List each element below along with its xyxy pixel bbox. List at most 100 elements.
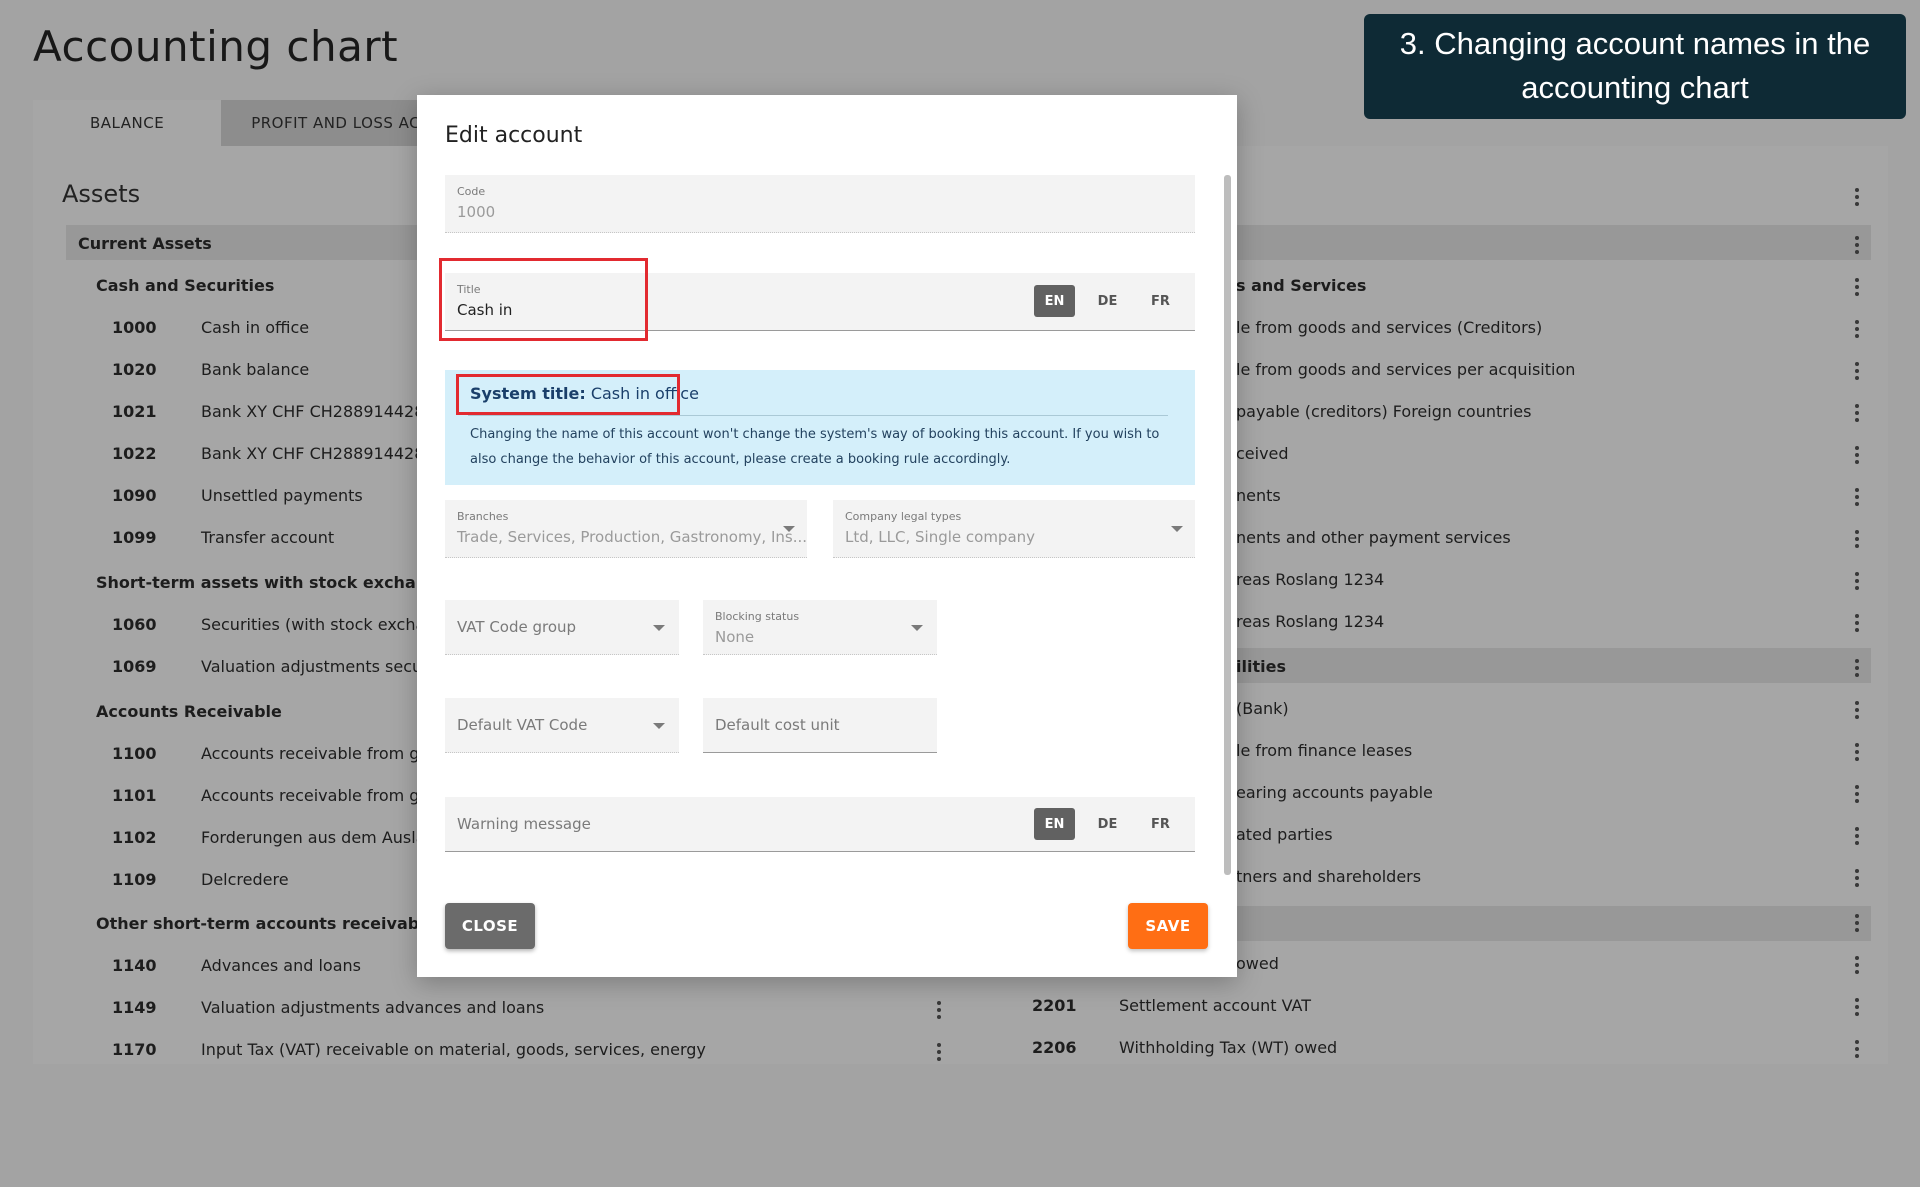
right-account-name[interactable]: ated parties — [1236, 825, 1333, 844]
more-vert-icon[interactable] — [1855, 530, 1859, 548]
blocking-status-value: None — [715, 628, 755, 646]
account-name[interactable]: Valuation adjustments advances and loans — [201, 998, 544, 1017]
more-vert-icon[interactable] — [1855, 869, 1859, 887]
account-name[interactable]: Securities (with stock exchang — [201, 615, 446, 634]
more-vert-icon[interactable] — [937, 1043, 941, 1061]
more-vert-icon[interactable] — [1855, 572, 1859, 590]
subgroup-label: Accounts Receivable — [96, 702, 282, 721]
right-account-name[interactable]: Withholding Tax (WT) owed — [1119, 1038, 1337, 1057]
more-vert-icon[interactable] — [1855, 956, 1859, 974]
more-vert-icon[interactable] — [1855, 488, 1859, 506]
lang-de-button[interactable]: DE — [1087, 285, 1128, 317]
right-account-name[interactable]: Settlement account VAT — [1119, 996, 1311, 1015]
right-account-name[interactable]: le from finance leases — [1236, 741, 1412, 760]
account-name[interactable]: Input Tax (VAT) receivable on material, … — [201, 1040, 706, 1059]
right-account-name[interactable]: le from goods and services (Creditors) — [1236, 318, 1542, 337]
legal-types-value: Ltd, LLC, Single company — [845, 528, 1036, 546]
account-code: 1090 — [112, 486, 157, 505]
right-account-name[interactable]: owed — [1236, 954, 1279, 973]
right-account-name[interactable]: nents and other payment services — [1236, 528, 1511, 547]
vat-code-group-placeholder: VAT Code group — [457, 618, 577, 636]
lang-fr-button[interactable]: FR — [1140, 285, 1181, 317]
page-title: Accounting chart — [33, 22, 399, 71]
more-vert-icon[interactable] — [1855, 785, 1859, 803]
more-vert-icon[interactable] — [1855, 827, 1859, 845]
more-vert-icon[interactable] — [1855, 278, 1859, 296]
more-vert-icon[interactable] — [937, 1001, 941, 1019]
account-name[interactable]: Bank XY CHF CH2889144284 — [201, 402, 435, 421]
more-vert-icon[interactable] — [1855, 362, 1859, 380]
right-account-name[interactable]: earing accounts payable — [1236, 783, 1433, 802]
vat-code-group-select[interactable]: VAT Code group — [445, 600, 679, 655]
account-name[interactable]: Delcredere — [201, 870, 289, 889]
more-vert-icon[interactable] — [1855, 998, 1859, 1016]
tab-bar: BALANCE PROFIT AND LOSS ACC — [33, 100, 462, 146]
group-row[interactable] — [1230, 906, 1871, 941]
right-account-name[interactable]: ceived — [1236, 444, 1289, 463]
right-account-name[interactable]: payable (creditors) Foreign countries — [1236, 402, 1531, 421]
title-language-switch: EN DE FR — [1034, 285, 1181, 317]
lang-de-button[interactable]: DE — [1087, 808, 1128, 840]
right-account-name[interactable]: nents — [1236, 486, 1281, 505]
default-vat-code-select[interactable]: Default VAT Code — [445, 698, 679, 753]
default-cost-unit-placeholder: Default cost unit — [715, 716, 840, 734]
account-name[interactable]: Accounts receivable from goo — [201, 786, 439, 805]
code-field-label: Code — [457, 185, 486, 198]
account-name[interactable]: Valuation adjustments securit — [201, 657, 439, 676]
more-vert-icon[interactable] — [1855, 320, 1859, 338]
title-highlight-box — [439, 258, 648, 341]
account-name[interactable]: Cash in office — [201, 318, 309, 337]
account-code: 1149 — [112, 998, 157, 1017]
lang-fr-button[interactable]: FR — [1140, 808, 1181, 840]
account-name[interactable]: Accounts receivable from goo — [201, 744, 439, 763]
close-button[interactable]: CLOSE — [445, 903, 535, 949]
account-name[interactable]: Bank balance — [201, 360, 309, 379]
more-vert-icon[interactable] — [1855, 236, 1859, 254]
right-account-name[interactable]: le from goods and services per acquisiti… — [1236, 360, 1575, 379]
more-vert-icon[interactable] — [1855, 614, 1859, 632]
more-vert-icon[interactable] — [1855, 1040, 1859, 1058]
account-code: 1099 — [112, 528, 157, 547]
tab-balance[interactable]: BALANCE — [33, 100, 222, 146]
account-code: 1000 — [112, 318, 157, 337]
account-name[interactable]: Unsettled payments — [201, 486, 363, 505]
legal-types-select[interactable]: Company legal types Ltd, LLC, Single com… — [833, 500, 1195, 558]
right-account-name[interactable]: tners and shareholders — [1236, 867, 1421, 886]
account-name[interactable]: Bank XY CHF CH2889144284 — [201, 444, 435, 463]
account-code: 1100 — [112, 744, 157, 763]
lang-en-button[interactable]: EN — [1034, 808, 1075, 840]
right-group-label: ilities — [1236, 657, 1286, 676]
account-name[interactable]: Advances and loans — [201, 956, 361, 975]
warning-language-switch: EN DE FR — [1034, 808, 1181, 840]
account-name[interactable]: Forderungen aus dem Auslanc — [201, 828, 444, 847]
right-account-name[interactable]: reas Roslang 1234 — [1236, 570, 1384, 589]
code-field: Code 1000 — [445, 175, 1195, 233]
callout-line-1: 3. Changing account names in the — [1399, 26, 1871, 61]
account-name[interactable]: Transfer account — [201, 528, 334, 547]
right-subgroup-label: s and Services — [1236, 276, 1367, 295]
account-code: 1170 — [112, 1040, 157, 1059]
default-vat-code-placeholder: Default VAT Code — [457, 716, 588, 734]
more-vert-icon[interactable] — [1855, 188, 1859, 206]
lang-en-button[interactable]: EN — [1034, 285, 1075, 317]
group-row[interactable] — [1230, 648, 1871, 683]
more-vert-icon[interactable] — [1855, 659, 1859, 677]
dropdown-caret-icon — [653, 723, 665, 729]
more-vert-icon[interactable] — [1855, 446, 1859, 464]
save-button[interactable]: SAVE — [1128, 903, 1208, 949]
right-account-name[interactable]: (Bank) — [1236, 699, 1289, 718]
more-vert-icon[interactable] — [1855, 914, 1859, 932]
branches-select[interactable]: Branches Trade, Services, Production, Ga… — [445, 500, 807, 558]
right-account-name[interactable]: reas Roslang 1234 — [1236, 612, 1384, 631]
default-cost-unit-input[interactable]: Default cost unit — [703, 698, 937, 753]
more-vert-icon[interactable] — [1855, 404, 1859, 422]
more-vert-icon[interactable] — [1855, 701, 1859, 719]
dialog-scrollbar[interactable] — [1224, 175, 1231, 875]
subgroup-label: Other short-term accounts receivables — [96, 914, 446, 933]
blocking-status-select[interactable]: Blocking status None — [703, 600, 937, 655]
dropdown-caret-icon — [911, 625, 923, 631]
account-code: 1101 — [112, 786, 157, 805]
edit-account-dialog: Edit account Code 1000 Title Cash in EN … — [417, 95, 1237, 977]
more-vert-icon[interactable] — [1855, 743, 1859, 761]
account-code: 1140 — [112, 956, 157, 975]
